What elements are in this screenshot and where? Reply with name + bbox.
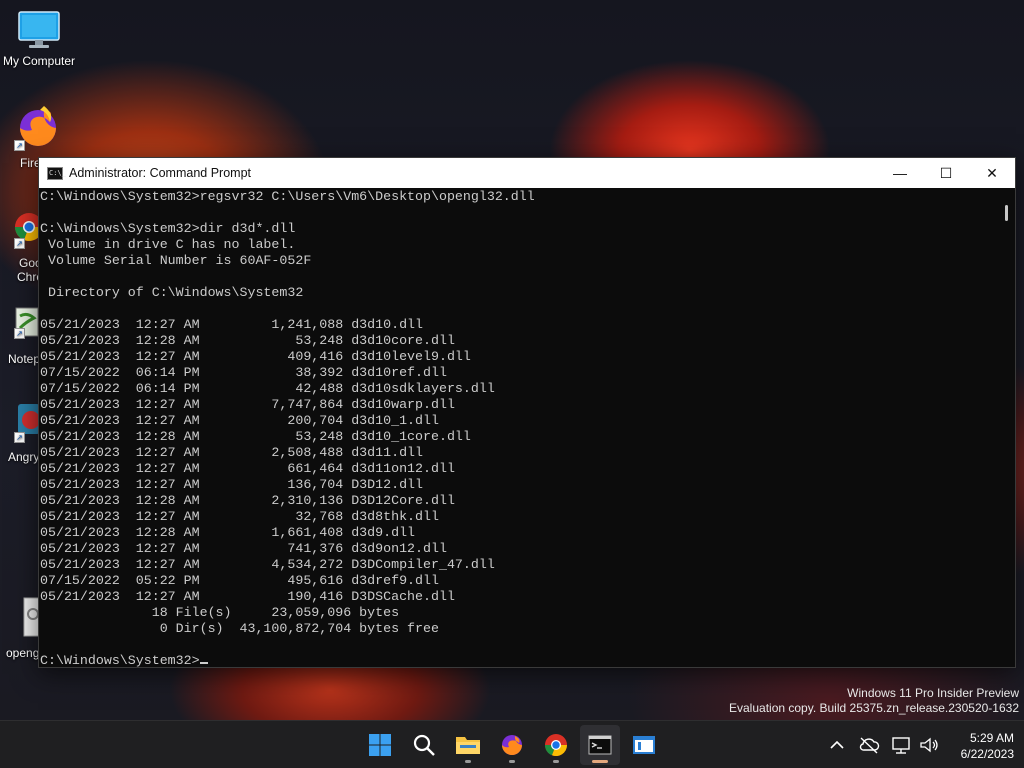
running-indicator <box>465 760 471 763</box>
desktop-icon-firefox[interactable]: ↗ Fire <box>0 104 56 170</box>
desktop-icon-notepad[interactable]: ↗ Notep <box>0 306 40 366</box>
shortcut-arrow-icon: ↗ <box>14 432 25 443</box>
console-line: 05/21/2023 12:27 AM 741,376 d3d9on12.dll <box>40 541 447 556</box>
console-line: 05/21/2023 12:28 AM 1,661,408 d3d9.dll <box>40 525 416 540</box>
shortcut-arrow-icon: ↗ <box>14 140 25 151</box>
console-line: 05/21/2023 12:27 AM 4,534,272 D3DCompile… <box>40 557 495 572</box>
desktop-icon-chrome[interactable]: ↗ Goo Chro <box>0 210 43 284</box>
desktop-icon-label: openg <box>6 646 40 660</box>
chevron-up-icon[interactable] <box>826 734 848 756</box>
console-line: 05/21/2023 12:28 AM 53,248 d3d10_1core.d… <box>40 429 471 444</box>
text-cursor <box>199 662 208 664</box>
desktop-icon-dll-file[interactable]: openg <box>0 596 42 662</box>
window-titlebar[interactable]: C:\_ Administrator: Command Prompt — ☐ ✕ <box>39 158 1015 188</box>
console-line: 05/21/2023 12:27 AM 136,704 D3D12.dll <box>40 477 424 492</box>
console-line: 05/21/2023 12:27 AM 190,416 D3DSCache.dl… <box>40 589 455 604</box>
clock-date: 6/22/2023 <box>960 747 1014 761</box>
terminal-icon: C:\_ <box>47 166 66 180</box>
console-prompt-line[interactable]: C:\Windows\System32> <box>40 653 1001 667</box>
console-line: 05/21/2023 12:27 AM 409,416 d3d10level9.… <box>40 349 471 364</box>
cloud-offline-icon[interactable] <box>858 734 880 756</box>
file-explorer-button[interactable] <box>448 725 488 765</box>
console-line: 05/21/2023 12:27 AM 2,508,488 d3d11.dll <box>40 445 424 460</box>
console-line: Directory of C:\Windows\System32 <box>40 285 304 300</box>
watermark-edition: Windows 11 Pro Insider Preview <box>847 686 1019 700</box>
windows-logo-icon <box>369 734 391 756</box>
firefox-button[interactable] <box>492 725 532 765</box>
monitor-icon <box>18 11 60 48</box>
console-line: 0 Dir(s) 43,100,872,704 bytes free <box>40 621 439 636</box>
search-icon <box>413 734 435 756</box>
console-line: 05/21/2023 12:27 AM 7,747,864 d3d10warp.… <box>40 397 455 412</box>
running-indicator <box>509 760 515 763</box>
system-tray <box>826 721 940 768</box>
console-output[interactable]: C:\Windows\System32>regsvr32 C:\Users\Vm… <box>39 189 1001 667</box>
maximize-button[interactable]: ☐ <box>923 158 969 188</box>
console-line: 05/21/2023 12:27 AM 32,768 d3d8thk.dll <box>40 509 439 524</box>
taskbar-clock[interactable]: 5:29 AM 6/22/2023 <box>961 730 1014 762</box>
console-line: 05/21/2023 12:27 AM 1,241,088 d3d10.dll <box>40 317 424 332</box>
console-scrollbar[interactable] <box>999 189 1015 667</box>
clock-time: 5:29 AM <box>969 731 1014 745</box>
folder-icon <box>456 737 480 754</box>
console-line: 05/21/2023 12:28 AM 2,310,136 D3D12Core.… <box>40 493 455 508</box>
desktop-icon-label: My Computer <box>2 54 76 68</box>
console-line: Volume Serial Number is 60AF-052F <box>40 253 312 268</box>
scrollbar-thumb[interactable] <box>1005 205 1008 221</box>
console-line: C:\Windows\System32>dir d3d*.dll <box>40 221 296 236</box>
taskbar: 5:29 AM 6/22/2023 <box>0 720 1024 768</box>
close-button[interactable]: ✕ <box>969 158 1015 188</box>
desktop-icon-label: Angry <box>8 450 40 464</box>
shortcut-arrow-icon: ↗ <box>14 328 25 339</box>
console-line: 18 File(s) 23,059,096 bytes <box>40 605 400 620</box>
console-line: Volume in drive C has no label. <box>40 237 296 252</box>
console-line: 07/15/2022 05:22 PM 495,616 d3dref9.dll <box>40 573 439 588</box>
window-title: Administrator: Command Prompt <box>69 166 252 180</box>
command-prompt-button[interactable] <box>580 725 620 765</box>
command-prompt-window[interactable]: C:\_ Administrator: Command Prompt — ☐ ✕… <box>38 157 1016 668</box>
firefox-icon <box>502 735 522 755</box>
console-line: 05/21/2023 12:27 AM 200,704 d3d10_1.dll <box>40 413 439 428</box>
desktop-icon-angry-birds[interactable]: ↗ Angry <box>0 402 40 466</box>
minimize-button[interactable]: — <box>877 158 923 188</box>
console-line: 05/21/2023 12:27 AM 661,464 d3d11on12.dl… <box>40 461 455 476</box>
watermark-build: Evaluation copy. Build 25375.zn_release.… <box>729 701 1019 715</box>
console-line: 05/21/2023 12:28 AM 53,248 d3d10core.dll <box>40 333 455 348</box>
volume-icon[interactable] <box>918 734 940 756</box>
console-line: 07/15/2022 06:14 PM 42,488 d3d10sdklayer… <box>40 381 495 396</box>
terminal-icon <box>588 735 612 755</box>
chrome-icon <box>544 734 568 757</box>
desktop-icon-label: Notep <box>8 352 41 366</box>
console-line: C:\Windows\System32>regsvr32 C:\Users\Vm… <box>40 189 535 204</box>
running-indicator <box>553 760 559 763</box>
network-icon[interactable] <box>890 734 912 756</box>
chrome-button[interactable] <box>536 725 576 765</box>
notepad-taskbar-button[interactable] <box>624 725 664 765</box>
evaluation-watermark: Windows 11 Pro Insider Preview Evaluatio… <box>729 686 1019 716</box>
console-prompt: C:\Windows\System32> <box>40 653 200 667</box>
active-indicator <box>592 760 608 763</box>
shortcut-arrow-icon: ↗ <box>14 238 25 249</box>
search-button[interactable] <box>404 725 444 765</box>
start-button[interactable] <box>360 725 400 765</box>
console-line: 07/15/2022 06:14 PM 38,392 d3d10ref.dll <box>40 365 447 380</box>
desktop-icon-my-computer[interactable]: My Computer <box>0 10 78 68</box>
window-icon <box>633 736 655 754</box>
